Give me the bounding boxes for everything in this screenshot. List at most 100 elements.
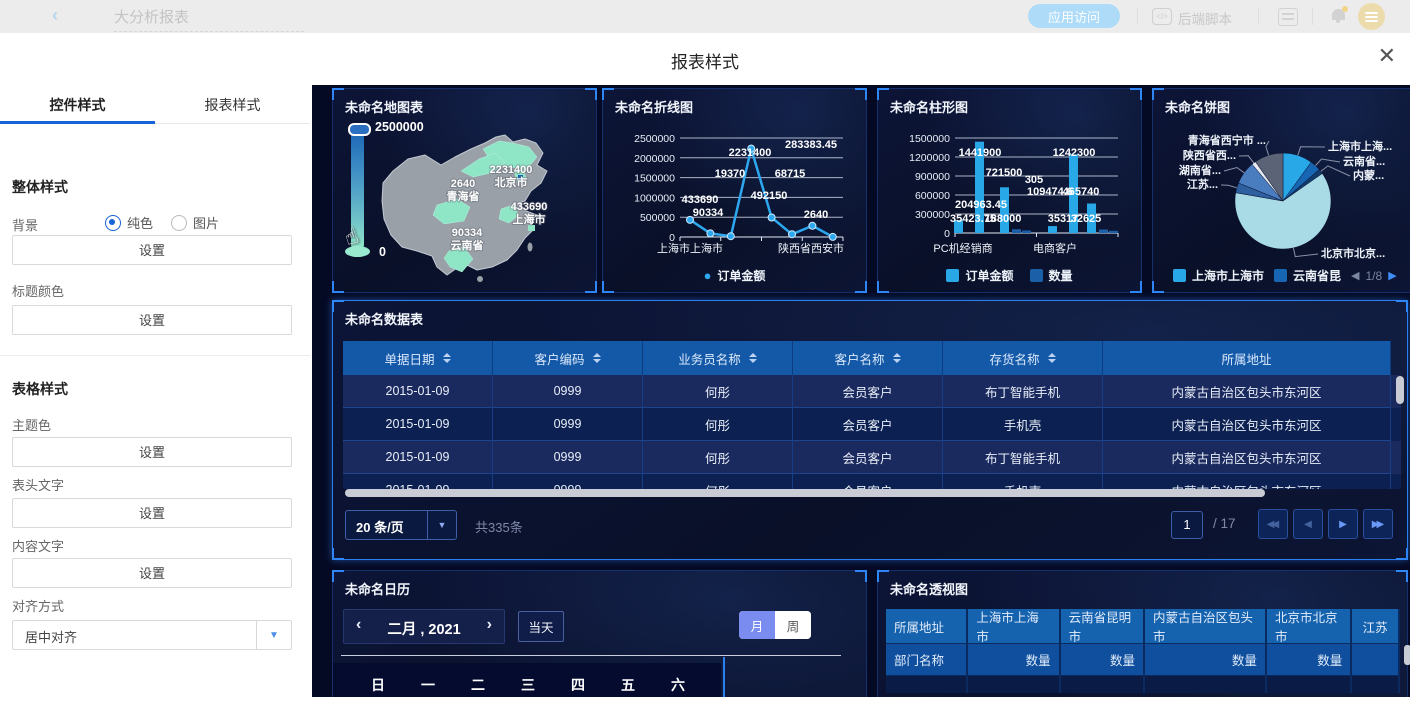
radio-solid-color[interactable]: 纯色: [105, 213, 153, 232]
back-chevron-icon[interactable]: ‹: [52, 5, 58, 26]
pivot-cell: [1352, 675, 1400, 693]
column-header[interactable]: 业务员名称: [643, 341, 793, 375]
avatar[interactable]: [1358, 3, 1385, 30]
pivot-table-title: 未命名透视图: [890, 579, 968, 598]
calendar-panel[interactable]: 未命名日历 ‹ 二月 , 2021 › 当天 月 周 日一二三四五六: [332, 570, 867, 697]
contact-card-icon[interactable]: [1278, 8, 1298, 26]
legend-swatch-icon: [1173, 269, 1186, 282]
column-header[interactable]: 单据日期: [343, 341, 493, 375]
table-row[interactable]: 2015-01-090999何彤会员客户布丁智能手机内蒙古自治区包头市东河区: [343, 375, 1401, 408]
pager-next-icon[interactable]: ▶: [1388, 269, 1396, 282]
next-month-icon[interactable]: ›: [487, 616, 492, 634]
legend-item-order-amount[interactable]: 订单金额: [946, 267, 1013, 284]
align-select-value: 居中对齐: [25, 627, 77, 646]
pivot-cell: 数量: [1145, 643, 1267, 675]
svg-text:188000: 188000: [985, 213, 1022, 225]
month-view-button[interactable]: 月: [739, 611, 775, 639]
divider: [0, 355, 310, 356]
table-cell: 会员客户: [793, 408, 943, 441]
table-row[interactable]: 2015-01-090999何彤会员客户手机壳内蒙古自治区包头市东河区: [343, 474, 1401, 489]
title-color-set-button[interactable]: 设置: [12, 305, 292, 335]
page-size-select[interactable]: 20 条/页 ▼: [345, 510, 457, 540]
radio-unselected-icon: [171, 215, 187, 231]
background-set-button[interactable]: 设置: [12, 235, 292, 265]
app-access-button[interactable]: 应用访问: [1028, 4, 1120, 28]
pivot-cell: [1061, 675, 1145, 693]
pivot-table-panel[interactable]: 未命名透视图 所属地址上海市上海市云南省昆明市内蒙古自治区包头市北京市北京市江苏…: [877, 570, 1408, 697]
horizontal-scrollbar[interactable]: [345, 489, 1265, 497]
next-page-button[interactable]: ▶: [1328, 509, 1358, 539]
map-slider-handle[interactable]: [348, 123, 371, 136]
table-cell: 何彤: [643, 441, 793, 474]
svg-text:陕西省西安市: 陕西省西安市: [778, 241, 844, 255]
theme-color-set-button[interactable]: 设置: [12, 437, 292, 467]
data-table-panel[interactable]: 未命名数据表 单据日期客户编码业务员名称客户名称存货名称所属地址 2015-01…: [332, 300, 1408, 560]
line-chart-panel[interactable]: 未命名折线图 250000020000001500000100000050000…: [602, 88, 867, 293]
column-header[interactable]: 客户编码: [493, 341, 643, 375]
sort-icon[interactable]: [1048, 353, 1056, 363]
tab-report-style[interactable]: 报表样式: [155, 85, 310, 123]
radio-selected-icon: [105, 215, 121, 231]
sort-icon[interactable]: [893, 353, 901, 363]
corner-decoration: [585, 88, 597, 100]
chevron-down-icon: ▼: [256, 621, 291, 649]
legend-item-shanghai[interactable]: 上海市上海市: [1173, 267, 1264, 284]
pie-chart-panel[interactable]: 未命名饼图 上海市上海...云南省...内蒙...北京市北京...江苏...湖南…: [1152, 88, 1410, 293]
header-text-set-button[interactable]: 设置: [12, 498, 292, 528]
today-button[interactable]: 当天: [518, 611, 564, 642]
map-legend-min: 0: [379, 245, 386, 259]
prev-page-button[interactable]: ◀: [1293, 509, 1323, 539]
last-page-button[interactable]: ▶▶: [1363, 509, 1393, 539]
svg-text:1200000: 1200000: [909, 152, 950, 164]
table-row[interactable]: 2015-01-090999何彤会员客户手机壳内蒙古自治区包头市东河区: [343, 408, 1401, 441]
week-view-button[interactable]: 周: [775, 611, 811, 639]
svg-text:江苏...: 江苏...: [1187, 177, 1218, 191]
first-page-button[interactable]: ◀◀: [1258, 509, 1288, 539]
divider: [341, 655, 841, 656]
corner-decoration: [1396, 300, 1408, 312]
backend-script-button[interactable]: 后端脚本: [1178, 8, 1232, 28]
tab-control-style[interactable]: 控件样式: [0, 85, 155, 123]
map-chart-panel[interactable]: 未命名地图表 ☝ 2500000 0: [332, 88, 597, 293]
legend-swatch-icon: [1030, 269, 1043, 282]
table-row[interactable]: 2015-01-090999何彤会员客户布丁智能手机内蒙古自治区包头市东河区: [343, 441, 1401, 474]
sort-icon[interactable]: [749, 353, 757, 363]
sort-icon[interactable]: [443, 353, 451, 363]
column-header[interactable]: 所属地址: [1103, 341, 1391, 375]
header-text-label: 表头文字: [12, 475, 64, 494]
bar-chart-panel[interactable]: 未命名柱形图 150000012000009000006000003000000…: [877, 88, 1142, 293]
legend-item-quantity[interactable]: 数量: [1030, 267, 1073, 284]
sort-icon[interactable]: [593, 353, 601, 363]
svg-text:上海市上海市: 上海市上海市: [657, 241, 723, 255]
pie-chart-legend: 上海市上海市 云南省昆 ◀ 1/8 ▶: [1153, 267, 1410, 284]
pager-prev-icon[interactable]: ◀: [1351, 269, 1359, 282]
legend-item-order-amount[interactable]: ● 订单金额: [704, 267, 766, 284]
vertical-scrollbar[interactable]: [1404, 645, 1410, 665]
table-cell: 内蒙古自治区包头市东河区: [1103, 408, 1391, 441]
legend-item-yunnan[interactable]: 云南省昆: [1274, 267, 1341, 284]
close-icon[interactable]: ✕: [1378, 45, 1396, 67]
table-cell: 2015-01-09: [343, 408, 493, 441]
report-name[interactable]: 大分析报表: [114, 6, 304, 32]
radio-image[interactable]: 图片: [171, 213, 219, 232]
svg-text:305: 305: [1025, 174, 1043, 186]
corner-decoration: [332, 300, 344, 312]
table-header-row: 单据日期客户编码业务员名称客户名称存货名称所属地址: [343, 341, 1401, 375]
column-header[interactable]: 存货名称: [943, 341, 1103, 375]
corner-decoration: [1152, 88, 1164, 100]
svg-text:0: 0: [944, 228, 950, 240]
pivot-cell: [1352, 643, 1400, 675]
china-map[interactable]: 2231400北京市2640青海省433690上海市90334云南省: [333, 115, 596, 291]
table-cell: 会员客户: [793, 474, 943, 489]
weekday-label: 四: [553, 663, 603, 697]
vertical-scrollbar[interactable]: [1396, 376, 1404, 404]
table-cell: 会员客户: [793, 441, 943, 474]
pie-chart-title: 未命名饼图: [1165, 97, 1230, 116]
column-header[interactable]: 客户名称: [793, 341, 943, 375]
page-number-input[interactable]: 1: [1171, 511, 1203, 539]
align-select[interactable]: 居中对齐 ▼: [12, 620, 292, 650]
table-cell: 0999: [493, 474, 643, 489]
content-text-set-button[interactable]: 设置: [12, 558, 292, 588]
svg-text:上海市: 上海市: [513, 212, 546, 226]
divider: [1312, 8, 1313, 25]
